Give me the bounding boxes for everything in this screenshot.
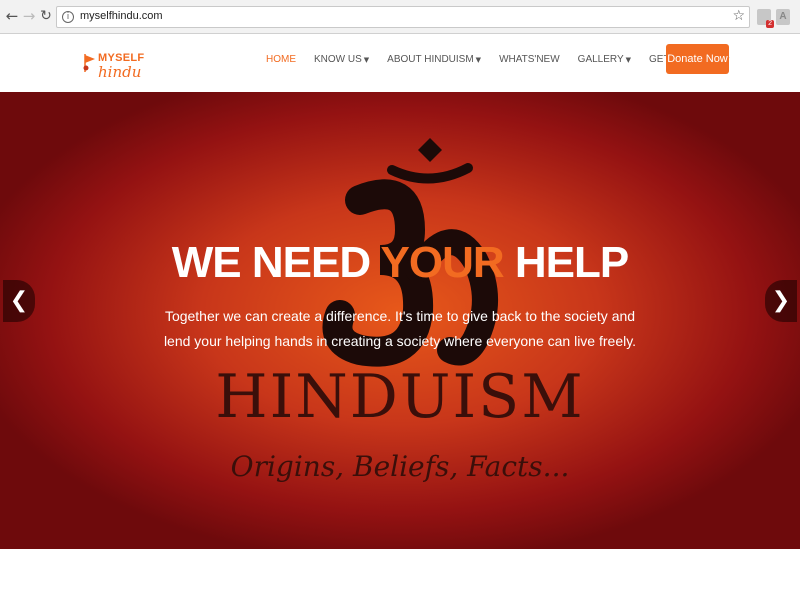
hero-image-word: HINDUISM [215, 362, 585, 432]
pdf-extension-icon[interactable]: A [776, 9, 790, 25]
hero-title-part2: HELP [503, 238, 629, 287]
bookmark-star-icon[interactable]: ☆ [732, 8, 745, 24]
nav-home-label: HOME [266, 54, 296, 65]
logo-text-bottom: hindu [98, 63, 142, 81]
nav-whats-new[interactable]: WHATS'NEW [499, 54, 560, 70]
hero-image-tagline: Origins, Beliefs, Facts... [230, 450, 570, 483]
site-logo[interactable]: MYSELF hindu [82, 52, 144, 88]
nav-about-hinduism-label: ABOUT HINDUISM [387, 54, 474, 65]
hero-subtitle: Together we can create a difference. It'… [163, 308, 637, 349]
caret-down-icon: ▼ [363, 56, 370, 64]
hero-carousel: WE NEED YOUR HELP Together we can create… [0, 92, 800, 549]
nav-whats-new-label: WHATS'NEW [499, 54, 560, 65]
page-below-fold [0, 549, 800, 600]
nav-home[interactable]: HOME [266, 54, 296, 70]
browser-toolbar: ← → ↻ i myselfhindu.com ☆ 2 A [0, 0, 800, 34]
site-header: MYSELF hindu HOME KNOW US ▼ ABOUT HINDUIS… [0, 34, 800, 92]
address-bar[interactable]: i myselfhindu.com ☆ [56, 6, 750, 28]
back-arrow-icon[interactable]: ← [3, 7, 21, 25]
url-text[interactable]: myselfhindu.com [80, 10, 163, 22]
hero-title: WE NEED YOUR HELP [0, 238, 800, 288]
carousel-next-button[interactable]: ❯ [765, 280, 797, 322]
nav-gallery[interactable]: GALLERY ▼ [578, 54, 631, 70]
chevron-right-icon: ❯ [771, 288, 791, 313]
extension-badge: 2 [766, 20, 774, 28]
info-icon[interactable]: i [62, 11, 74, 23]
hero-title-part1: WE NEED [171, 238, 381, 287]
extension-icon[interactable]: 2 [757, 9, 774, 28]
forward-arrow-icon[interactable]: → [20, 7, 38, 25]
chevron-left-icon: ❮ [9, 288, 29, 313]
flag-logo-icon [83, 54, 95, 72]
hero-title-accent: YOUR [380, 238, 505, 287]
reload-icon[interactable]: ↻ [37, 7, 55, 25]
nav-know-us[interactable]: KNOW US ▼ [314, 54, 369, 70]
nav-know-us-label: KNOW US [314, 54, 362, 65]
caret-down-icon: ▼ [475, 56, 482, 64]
donate-button[interactable]: Donate Now [666, 44, 729, 74]
carousel-prev-button[interactable]: ❮ [3, 280, 35, 322]
nav-about-hinduism[interactable]: ABOUT HINDUISM ▼ [387, 54, 481, 70]
caret-down-icon: ▼ [625, 56, 632, 64]
nav-gallery-label: GALLERY [577, 54, 624, 65]
